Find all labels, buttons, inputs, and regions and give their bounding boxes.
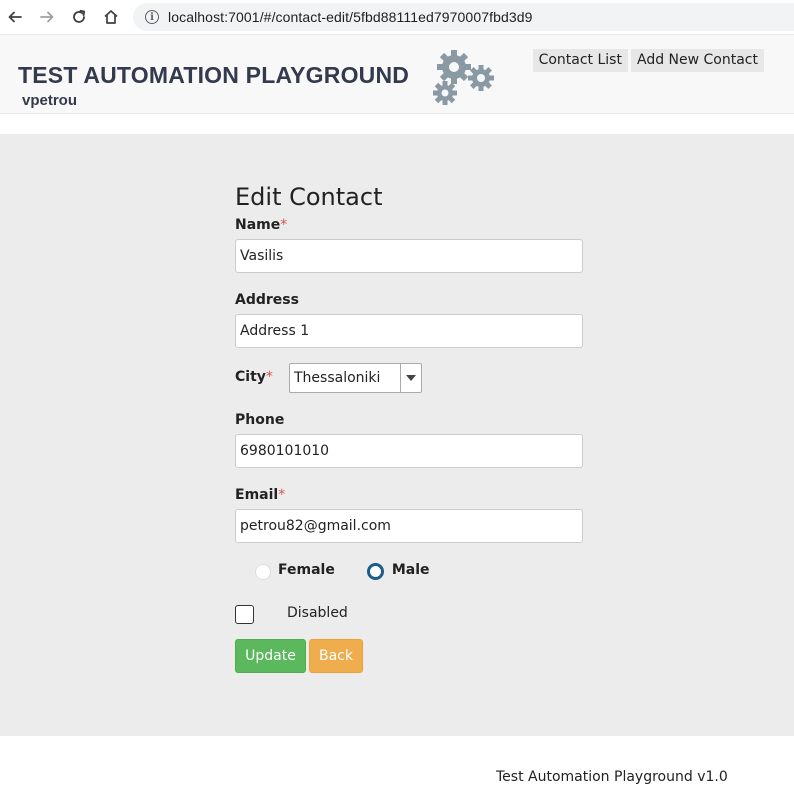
city-selected-value: Thessaloniki — [294, 370, 381, 386]
address-input[interactable]: Address 1 — [235, 314, 583, 348]
address-bar[interactable]: i localhost:7001/#/contact-edit/5fbd8811… — [133, 3, 794, 31]
logged-in-user: vpetrou — [22, 92, 78, 109]
page-title: Edit Contact — [235, 183, 383, 211]
update-button[interactable]: Update — [235, 639, 306, 673]
required-marker: * — [278, 487, 286, 503]
back-button[interactable] — [3, 5, 27, 29]
phone-label: Phone — [235, 412, 285, 428]
disabled-checkbox[interactable] — [235, 605, 254, 624]
phone-input[interactable]: 6980101010 — [235, 434, 583, 468]
reload-icon — [73, 9, 86, 23]
city-select[interactable]: Thessaloniki — [289, 363, 422, 393]
arrow-right-icon — [40, 11, 54, 23]
arrow-left-icon — [8, 11, 22, 23]
forward-button[interactable] — [35, 5, 59, 29]
gender-radio-group: Female Male — [255, 560, 430, 580]
required-marker: * — [280, 217, 288, 233]
required-marker: * — [265, 369, 273, 385]
radio-male-label: Male — [391, 562, 430, 578]
top-nav: Contact List Add New Contact — [532, 49, 764, 72]
page-brand-title: TEST AUTOMATION PLAYGROUND — [18, 62, 410, 88]
address-label: Address — [235, 292, 299, 308]
main-content: Edit Contact Name* Vasilis Address Addre… — [0, 134, 794, 736]
back-button-form[interactable]: Back — [309, 639, 363, 673]
email-input[interactable]: petrou82@gmail.com — [235, 509, 583, 543]
radio-male[interactable] — [366, 563, 384, 580]
url-text[interactable]: localhost:7001/#/contact-edit/5fbd88111e… — [168, 9, 533, 25]
home-icon — [104, 10, 118, 24]
reload-button[interactable] — [67, 5, 91, 29]
chevron-down-icon[interactable] — [400, 364, 421, 392]
footer-version: Test Automation Playground v1.0 — [496, 769, 728, 785]
city-label: City* — [235, 369, 273, 385]
nav-add-new-contact[interactable]: Add New Contact — [630, 49, 764, 72]
nav-contact-list[interactable]: Contact List — [532, 49, 628, 72]
home-button[interactable] — [99, 5, 123, 29]
browser-toolbar: i localhost:7001/#/contact-edit/5fbd8811… — [0, 0, 794, 34]
info-icon[interactable]: i — [145, 10, 159, 24]
name-input[interactable]: Vasilis — [235, 239, 583, 273]
email-label: Email* — [235, 487, 286, 503]
gears-icon — [433, 50, 494, 105]
radio-female[interactable] — [255, 563, 271, 580]
disabled-checkbox-label: Disabled — [287, 605, 348, 621]
app-header: TEST AUTOMATION PLAYGROUND vpetrou Conta… — [0, 34, 794, 114]
name-label: Name* — [235, 217, 288, 233]
radio-female-label: Female — [278, 562, 335, 578]
